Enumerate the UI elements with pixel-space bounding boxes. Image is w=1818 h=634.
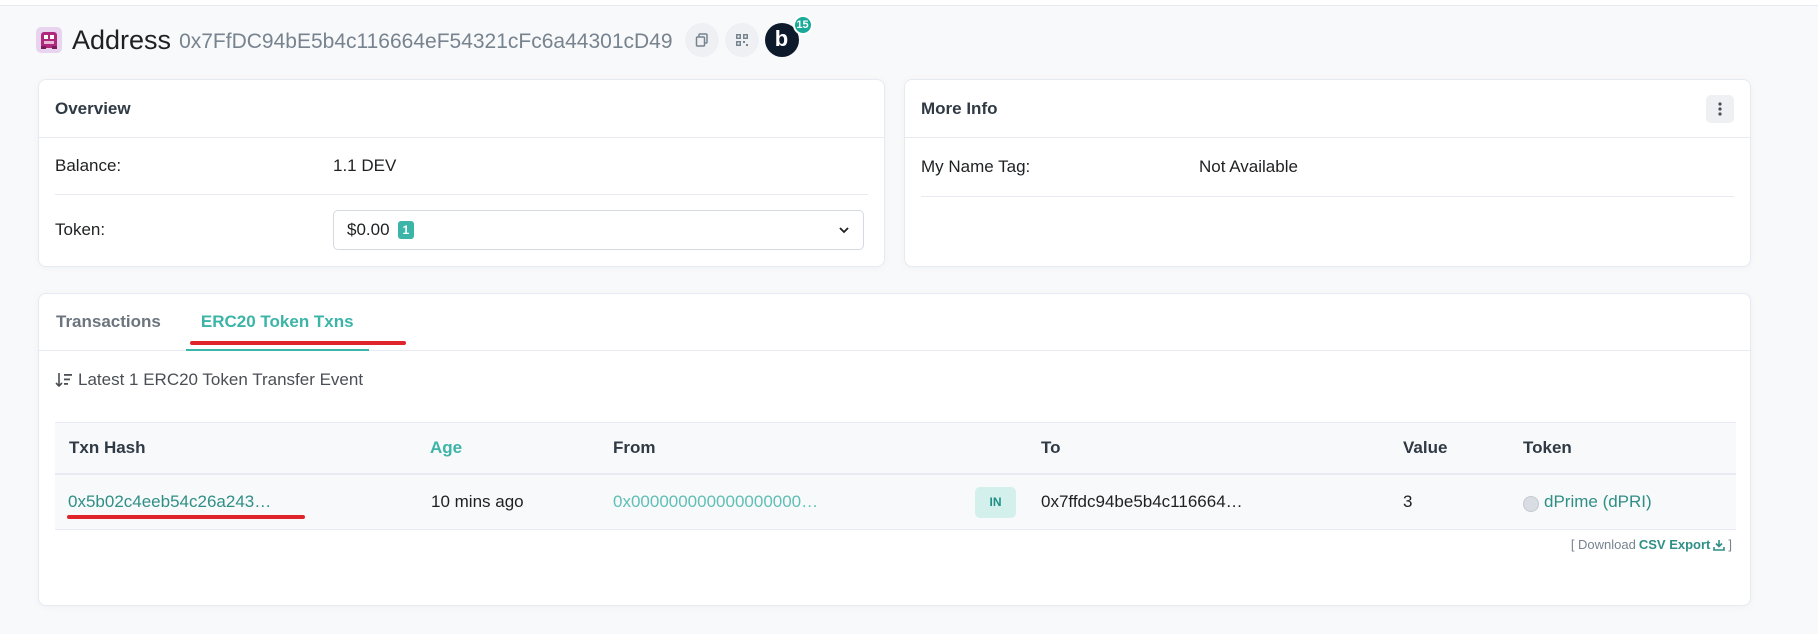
txn-value: 3: [1403, 492, 1413, 511]
balance-label: Balance:: [55, 156, 122, 175]
txn-age: 10 mins ago: [431, 492, 524, 511]
txn-summary-text: Latest 1 ERC20 Token Transfer Event: [78, 370, 364, 389]
token-row: Token: $0.00 1: [55, 195, 868, 265]
address-header: Address 0x7FfDC94bE5b4c116664eF54321cFc6…: [36, 15, 813, 60]
txn-hash-link[interactable]: 0x5b02c4eeb54c26a243…: [68, 475, 271, 529]
txn-summary: Latest 1 ERC20 Token Transfer Event: [55, 370, 363, 390]
more-info-header: More Info: [905, 80, 1750, 138]
col-value: Value: [1403, 438, 1448, 457]
table-header: Txn Hash Age From To Value Token: [55, 422, 1736, 475]
download-prefix: [ Download: [1570, 537, 1636, 552]
transactions-card: Transactions ERC20 Token Txns Latest 1 E…: [38, 293, 1751, 606]
txn-from-link[interactable]: 0x000000000000000000…: [613, 475, 818, 529]
token-link[interactable]: dPrime (dPRI): [1544, 492, 1652, 512]
page-title: Address: [72, 24, 172, 55]
col-from: From: [613, 438, 656, 457]
overview-card: Overview Balance: 1.1 DEV Token: $0.00 1: [38, 79, 885, 267]
txn-to: 0x7ffdc94be5b4c116664…: [1041, 492, 1243, 511]
tab-transactions[interactable]: Transactions: [56, 312, 161, 350]
qr-code-button[interactable]: [724, 23, 759, 57]
col-token: Token: [1523, 438, 1572, 457]
download-csv: [ Download CSV Export ]: [1571, 537, 1732, 552]
col-to: To: [1041, 438, 1061, 457]
copy-address-button[interactable]: [684, 23, 719, 57]
token-value: $0.00: [347, 220, 390, 239]
direction-badge: IN: [975, 486, 1016, 518]
table-row: 0x5b02c4eeb54c26a243… 10 mins ago 0x0000…: [55, 475, 1736, 530]
token-cell[interactable]: dPrime (dPRI): [1523, 475, 1652, 529]
name-tag-value: Not Available: [1199, 157, 1298, 176]
blockscan-icon: b: [774, 26, 789, 51]
name-tag-label: My Name Tag:: [921, 157, 1031, 176]
overview-header: Overview: [39, 80, 884, 138]
blockscan-button[interactable]: b 15: [764, 15, 813, 57]
balance-row: Balance: 1.1 DEV: [55, 138, 868, 195]
col-age[interactable]: Age: [430, 423, 462, 473]
download-icon: [1713, 539, 1726, 551]
token-logo-icon: [1523, 495, 1539, 512]
more-options-button[interactable]: [1706, 94, 1734, 123]
blockscan-badge: 15: [792, 15, 813, 35]
token-label: Token:: [55, 220, 106, 239]
sort-icon: [55, 373, 72, 388]
annotation-underline-tab: [190, 341, 406, 345]
col-txn-hash: Txn Hash: [69, 438, 146, 457]
balance-value: 1.1 DEV: [333, 156, 397, 175]
chevron-down-icon: [839, 227, 849, 234]
csv-export-link[interactable]: CSV Export: [1639, 537, 1711, 552]
direction-cell: IN: [975, 475, 1016, 529]
download-suffix: ]: [1728, 537, 1732, 552]
copy-icon: [695, 33, 708, 47]
address-hash: 0x7FfDC94bE5b4c116664eF54321cFc6a44301cD…: [179, 29, 673, 53]
name-tag-row: My Name Tag: Not Available: [921, 138, 1734, 197]
txn-table: Txn Hash Age From To Value Token 0x5b02c…: [55, 422, 1736, 530]
kebab-menu-icon: [1718, 101, 1722, 116]
more-info-card: More Info My Name Tag: Not Available: [904, 79, 1751, 267]
annotation-underline-hash: [67, 515, 305, 519]
qr-code-icon: [735, 34, 748, 46]
overview-title: Overview: [55, 98, 131, 118]
avatar-icon: [36, 27, 62, 53]
top-bar: [0, 0, 1818, 6]
token-dropdown[interactable]: $0.00 1: [333, 210, 864, 250]
more-info-title: More Info: [921, 98, 998, 118]
token-count-badge: 1: [397, 221, 415, 239]
